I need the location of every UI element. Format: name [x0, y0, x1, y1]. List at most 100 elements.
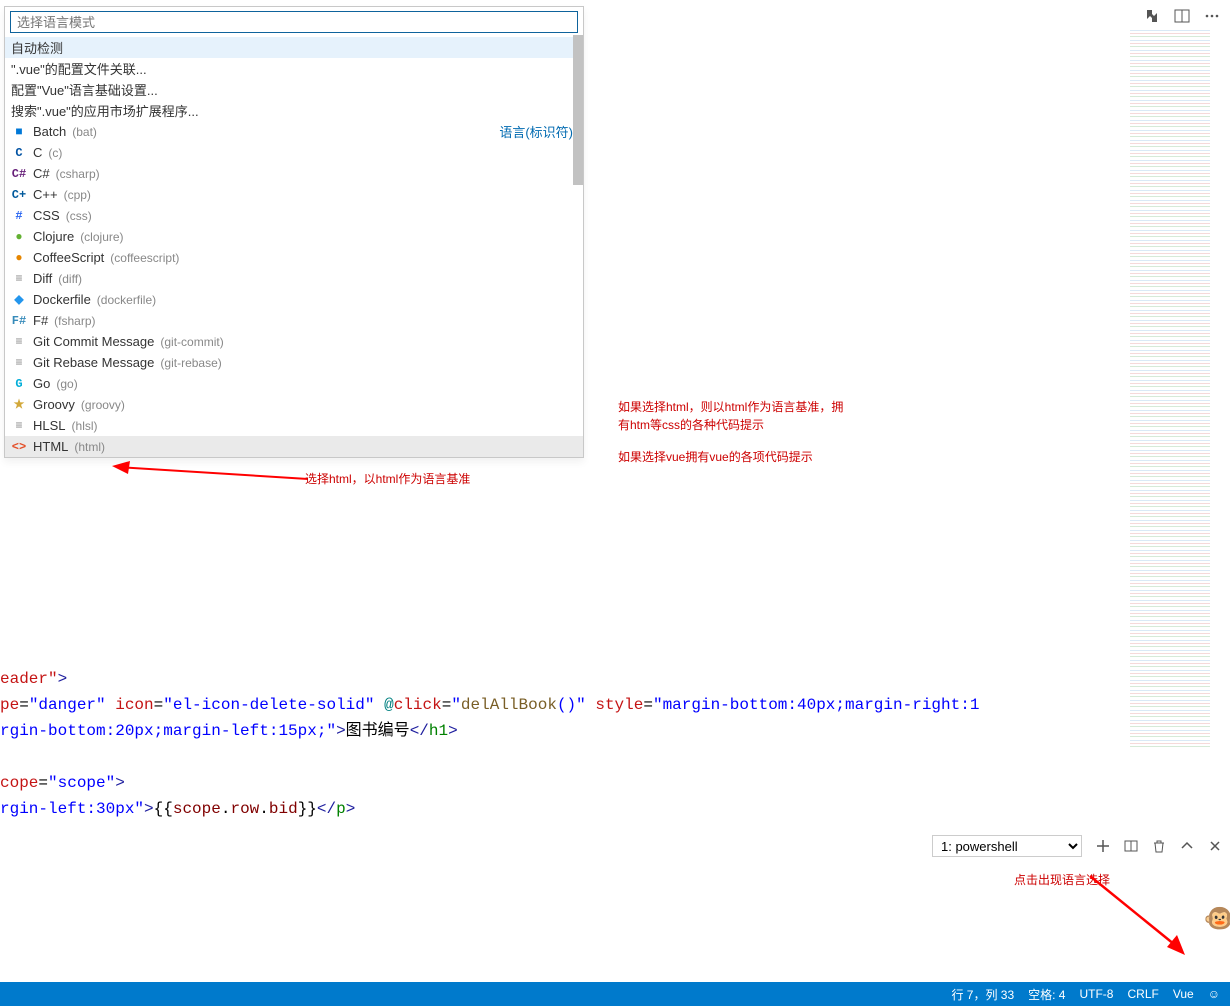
- language-ext: (diff): [58, 272, 82, 286]
- palette-option[interactable]: 配置"Vue"语言基础设置...: [5, 79, 583, 100]
- language-ext: (bat): [72, 125, 97, 139]
- language-ext: (git-commit): [160, 335, 223, 349]
- language-name: Git Rebase Message: [33, 355, 154, 370]
- language-option[interactable]: ≡ Git Rebase Message (git-rebase): [5, 352, 583, 373]
- status-encoding[interactable]: UTF-8: [1079, 987, 1113, 1001]
- language-icon: F#: [11, 313, 27, 329]
- language-ext: (cpp): [64, 188, 91, 202]
- status-language[interactable]: Vue: [1173, 987, 1194, 1001]
- terminal-collapse-icon[interactable]: [1180, 839, 1194, 853]
- language-option[interactable]: ★Groovy(groovy): [5, 394, 583, 415]
- code-tok: {{: [154, 800, 173, 818]
- language-icon: ●: [11, 229, 27, 245]
- language-name: Batch: [33, 124, 66, 139]
- code-tok: row: [230, 800, 259, 818]
- code-tok: click: [394, 696, 442, 714]
- language-option[interactable]: CC (c): [5, 142, 583, 163]
- language-option[interactable]: <>HTML(html): [5, 436, 583, 457]
- annotation-text-2: 如果选择html，则以html作为语言基准，拥 有htm等css的各种代码提示: [618, 398, 843, 434]
- language-icon: ■: [11, 124, 27, 140]
- more-icon[interactable]: [1204, 8, 1220, 27]
- language-name: HLSL: [33, 418, 66, 433]
- terminal-selector[interactable]: 1: powershell: [932, 835, 1082, 857]
- code-tok: >: [448, 722, 458, 740]
- status-eol[interactable]: CRLF: [1127, 987, 1158, 1001]
- language-option[interactable]: C+C++(cpp): [5, 184, 583, 205]
- language-option[interactable]: ■ Batch (bat): [11, 124, 97, 140]
- language-search-input[interactable]: [10, 11, 578, 33]
- language-option[interactable]: GGo(go): [5, 373, 583, 394]
- language-ext: (groovy): [81, 398, 125, 412]
- status-bar: 行 7，列 33 空格: 4 UTF-8 CRLF Vue ☺: [0, 982, 1230, 1006]
- language-icon: ≡: [11, 418, 27, 434]
- code-tok: "danger": [29, 696, 106, 714]
- code-tok: =: [19, 696, 29, 714]
- terminal-close-icon[interactable]: [1208, 839, 1222, 853]
- code-tok: cope: [0, 774, 38, 792]
- language-name: CoffeeScript: [33, 250, 104, 265]
- language-option[interactable]: ●Clojure(clojure): [5, 226, 583, 247]
- language-icon: ≡: [11, 355, 27, 371]
- annotation-arrow-1: [108, 459, 308, 492]
- language-ext: (coffeescript): [110, 251, 179, 265]
- minimap[interactable]: [1130, 30, 1210, 750]
- language-ext: (git-rebase): [160, 356, 221, 370]
- code-tok: style: [586, 696, 644, 714]
- palette-scrollbar[interactable]: [573, 35, 583, 185]
- language-option[interactable]: ≡Git Commit Message(git-commit): [5, 331, 583, 352]
- language-icon: ●: [11, 250, 27, 266]
- palette-option[interactable]: 自动检测: [5, 37, 583, 58]
- code-tok: </: [410, 722, 429, 740]
- language-ext: (dockerfile): [97, 293, 156, 307]
- status-feedback-icon[interactable]: ☺: [1208, 987, 1220, 1001]
- language-ext: (css): [66, 209, 92, 223]
- terminal-new-icon[interactable]: [1096, 839, 1110, 853]
- code-tok: @: [374, 696, 393, 714]
- code-tok: rgin-bottom:20px;margin-left:15px;": [0, 722, 336, 740]
- terminal-trash-icon[interactable]: [1152, 839, 1166, 853]
- language-icon: ★: [11, 397, 27, 413]
- status-cursor-pos[interactable]: 行 7，列 33: [951, 986, 1014, 1003]
- palette-section-label: 语言(标识符): [499, 122, 573, 141]
- code-tok: pe: [0, 696, 19, 714]
- language-icon: #: [11, 208, 27, 224]
- code-tok: rgin-left:30px": [0, 800, 144, 818]
- annotation-text-3: 如果选择vue拥有vue的各项代码提示: [618, 448, 813, 465]
- code-tok: "el-icon-delete-solid": [163, 696, 374, 714]
- code-tok: scope: [173, 800, 221, 818]
- language-option[interactable]: #CSS(css): [5, 205, 583, 226]
- language-name: Clojure: [33, 229, 74, 244]
- code-tok: =: [442, 696, 452, 714]
- language-icon: C+: [11, 187, 27, 203]
- code-tok: bid: [269, 800, 298, 818]
- code-tok: delAllBook: [461, 696, 557, 714]
- status-spaces[interactable]: 空格: 4: [1028, 986, 1065, 1003]
- language-option[interactable]: ● CoffeeScript (coffeescript): [5, 247, 583, 268]
- language-icon: <>: [11, 439, 27, 455]
- code-tok: .: [259, 800, 269, 818]
- language-name: C: [33, 145, 42, 160]
- palette-option[interactable]: 搜索".vue"的应用市场扩展程序...: [5, 100, 583, 121]
- language-ext: (hlsl): [72, 419, 98, 433]
- annotation-text-1: 选择html，以html作为语言基准: [305, 470, 470, 487]
- code-tok: ": [451, 696, 461, 714]
- split-icon[interactable]: [1174, 8, 1190, 27]
- language-name: Dockerfile: [33, 292, 91, 307]
- code-tok: ()": [557, 696, 586, 714]
- language-option[interactable]: F#F#(fsharp): [5, 310, 583, 331]
- language-name: Go: [33, 376, 50, 391]
- language-ext: (c): [48, 146, 62, 160]
- terminal-split-icon[interactable]: [1124, 839, 1138, 853]
- language-option[interactable]: C#C#(csharp): [5, 163, 583, 184]
- code-tok: >: [144, 800, 154, 818]
- language-ext: (go): [56, 377, 77, 391]
- language-option[interactable]: ≡Diff(diff): [5, 268, 583, 289]
- language-option[interactable]: ≡ HLSL (hlsl): [5, 415, 583, 436]
- compare-icon[interactable]: [1144, 8, 1160, 27]
- language-name: F#: [33, 313, 48, 328]
- language-option[interactable]: ◆Dockerfile(dockerfile): [5, 289, 583, 310]
- language-name: C#: [33, 166, 50, 181]
- code-tok: p: [336, 800, 346, 818]
- palette-option[interactable]: ".vue"的配置文件关联...: [5, 58, 583, 79]
- language-icon: C: [11, 145, 27, 161]
